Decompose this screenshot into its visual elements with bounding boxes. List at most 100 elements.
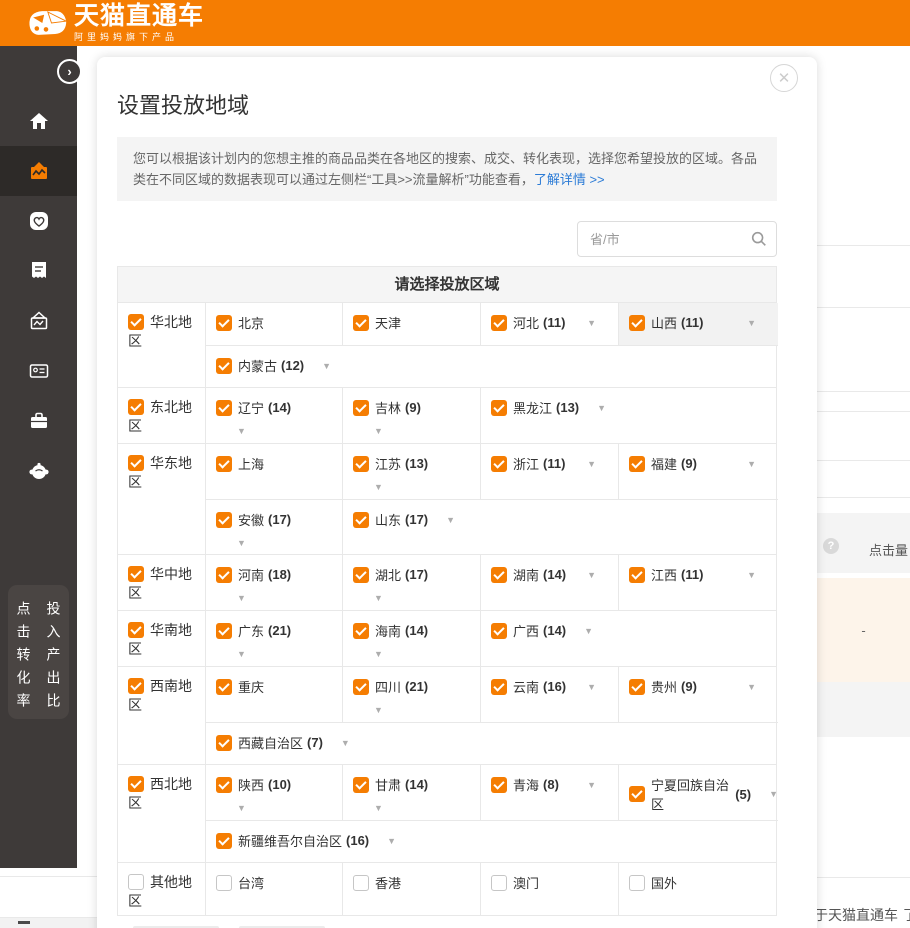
checkbox[interactable] — [629, 679, 645, 695]
chevron-down-icon[interactable]: ▼ — [374, 649, 383, 659]
chevron-down-icon[interactable]: ▼ — [446, 515, 455, 525]
region-cell[interactable]: 西南地区 — [118, 667, 206, 764]
province-cell[interactable]: 重庆 — [206, 667, 343, 722]
checkbox[interactable] — [629, 786, 645, 802]
chevron-down-icon[interactable]: ▼ — [374, 593, 383, 603]
chevron-down-icon[interactable]: ▼ — [237, 538, 246, 548]
chevron-down-icon[interactable]: ▼ — [747, 318, 756, 328]
checkbox[interactable] — [216, 456, 232, 472]
chevron-down-icon[interactable]: ▼ — [747, 682, 756, 692]
checkbox[interactable] — [128, 874, 144, 890]
province-cell[interactable]: 内蒙古(12)▼ — [206, 346, 778, 387]
checkbox[interactable] — [353, 400, 369, 416]
province-cell[interactable]: 广东(21)▼ — [206, 611, 343, 666]
chevron-down-icon[interactable]: ▼ — [587, 780, 596, 790]
checkbox[interactable] — [216, 679, 232, 695]
info-link[interactable]: 了解详情 >> — [534, 172, 605, 187]
checkbox[interactable] — [353, 315, 369, 331]
chevron-down-icon[interactable]: ▼ — [237, 593, 246, 603]
province-cell[interactable]: 福建(9)▼ — [619, 444, 778, 499]
province-cell[interactable]: 新疆维吾尔自治区(16)▼ — [206, 821, 778, 862]
checkbox[interactable] — [128, 622, 144, 638]
sidebar-item-mascot[interactable] — [0, 446, 77, 496]
sidebar-item-home[interactable] — [0, 96, 77, 146]
province-cell[interactable]: 江苏(13)▼ — [343, 444, 481, 499]
sidebar-item-toolbox[interactable] — [0, 396, 77, 446]
chevron-down-icon[interactable]: ▼ — [769, 789, 778, 799]
province-cell[interactable]: 澳门 — [481, 863, 619, 915]
chevron-down-icon[interactable]: ▼ — [587, 459, 596, 469]
checkbox[interactable] — [128, 314, 144, 330]
province-cell[interactable]: 宁夏回族自治区(5)▼ — [619, 765, 778, 820]
province-cell[interactable]: 河南(18)▼ — [206, 555, 343, 610]
region-cell[interactable]: 华南地区 — [118, 611, 206, 666]
province-cell[interactable]: 甘肃(14)▼ — [343, 765, 481, 820]
province-cell[interactable]: 国外 — [619, 863, 778, 915]
province-cell[interactable]: 江西(11)▼ — [619, 555, 778, 610]
app-logo[interactable]: 天猫直通车 阿里妈妈旗下产品 — [24, 3, 204, 43]
checkbox[interactable] — [491, 315, 507, 331]
close-icon[interactable]: ✕ — [770, 64, 798, 92]
province-cell[interactable]: 北京 — [206, 303, 343, 345]
checkbox[interactable] — [216, 623, 232, 639]
province-cell[interactable]: 山西(11)▼ — [619, 303, 778, 345]
region-cell[interactable]: 华东地区 — [118, 444, 206, 554]
checkbox[interactable] — [128, 455, 144, 471]
chevron-down-icon[interactable]: ▼ — [587, 682, 596, 692]
checkbox[interactable] — [353, 567, 369, 583]
chevron-down-icon[interactable]: ▼ — [584, 626, 593, 636]
sidebar-item-favorites[interactable] — [0, 196, 77, 246]
province-cell[interactable]: 安徽(17)▼ — [206, 500, 343, 554]
checkbox[interactable] — [216, 833, 232, 849]
bg-footer-link[interactable]: 了 — [903, 905, 910, 925]
region-cell[interactable]: 华中地区 — [118, 555, 206, 610]
bg-footer-link[interactable]: 于天猫直通车 — [814, 905, 898, 925]
checkbox[interactable] — [491, 679, 507, 695]
checkbox[interactable] — [353, 875, 369, 891]
chevron-down-icon[interactable]: ▼ — [374, 705, 383, 715]
chevron-down-icon[interactable]: ▼ — [374, 482, 383, 492]
province-cell[interactable]: 台湾 — [206, 863, 343, 915]
province-cell[interactable]: 广西(14)▼ — [481, 611, 778, 666]
sidebar-item-report[interactable] — [0, 246, 77, 296]
province-cell[interactable]: 青海(8)▼ — [481, 765, 619, 820]
checkbox[interactable] — [128, 776, 144, 792]
chevron-down-icon[interactable]: ▼ — [237, 649, 246, 659]
province-cell[interactable]: 海南(14)▼ — [343, 611, 481, 666]
chevron-down-icon[interactable]: ▼ — [237, 426, 246, 436]
region-cell[interactable]: 东北地区 — [118, 388, 206, 443]
chevron-down-icon[interactable]: ▼ — [597, 403, 606, 413]
sidebar-metrics-panel[interactable]: 点击转化率 投入产出比 — [8, 585, 69, 719]
search-icon[interactable] — [750, 230, 768, 248]
checkbox[interactable] — [353, 512, 369, 528]
checkbox[interactable] — [216, 735, 232, 751]
checkbox[interactable] — [128, 566, 144, 582]
chevron-down-icon[interactable]: ▼ — [322, 361, 331, 371]
checkbox[interactable] — [491, 623, 507, 639]
province-cell[interactable]: 吉林(9)▼ — [343, 388, 481, 443]
checkbox[interactable] — [216, 875, 232, 891]
sidebar-item-account-card[interactable] — [0, 346, 77, 396]
region-cell[interactable]: 华北地区 — [118, 303, 206, 387]
help-icon[interactable]: ? — [823, 538, 839, 554]
region-cell[interactable]: 西北地区 — [118, 765, 206, 862]
checkbox[interactable] — [353, 679, 369, 695]
checkbox[interactable] — [629, 567, 645, 583]
checkbox[interactable] — [491, 875, 507, 891]
region-cell[interactable]: 其他地区 — [118, 863, 206, 915]
province-cell[interactable]: 香港 — [343, 863, 481, 915]
province-cell[interactable]: 黑龙江(13)▼ — [481, 388, 778, 443]
province-cell[interactable]: 上海 — [206, 444, 343, 499]
province-cell[interactable]: 陕西(10)▼ — [206, 765, 343, 820]
checkbox[interactable] — [491, 777, 507, 793]
chevron-down-icon[interactable]: ▼ — [747, 570, 756, 580]
chevron-down-icon[interactable]: ▼ — [387, 836, 396, 846]
chevron-down-icon[interactable]: ▼ — [374, 426, 383, 436]
chevron-down-icon[interactable]: ▼ — [587, 570, 596, 580]
province-cell[interactable]: 西藏自治区(7)▼ — [206, 723, 778, 764]
province-cell[interactable]: 湖北(17)▼ — [343, 555, 481, 610]
checkbox[interactable] — [128, 678, 144, 694]
checkbox[interactable] — [216, 512, 232, 528]
checkbox[interactable] — [491, 400, 507, 416]
checkbox[interactable] — [128, 399, 144, 415]
